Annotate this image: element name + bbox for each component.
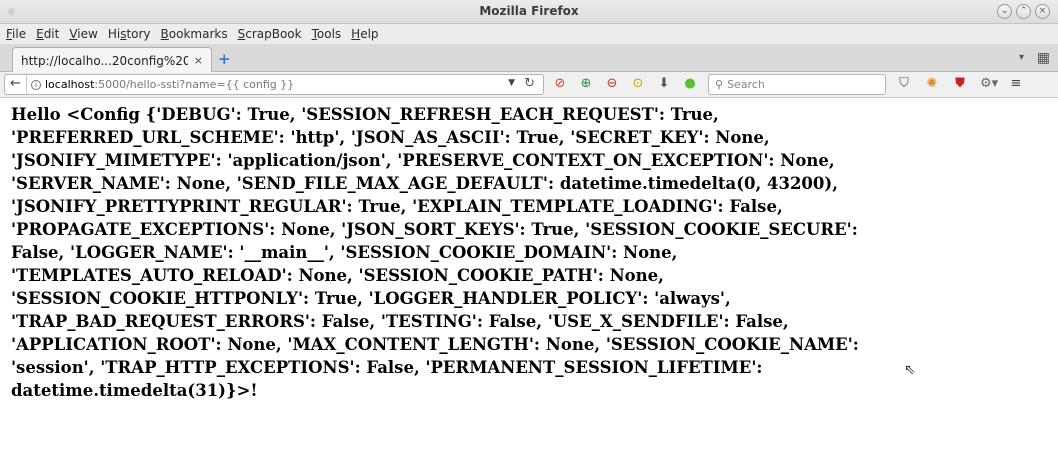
- navigation-bar: ← i localhost:5000/hello-ssti?name={{ co…: [0, 72, 1058, 98]
- page-content: Hello <Config {'DEBUG': True, 'SESSION_R…: [11, 103, 1021, 402]
- window-title: Mozilla Firefox: [479, 4, 579, 18]
- content-line: 'PROPAGATE_EXCEPTIONS': None, 'JSON_SORT…: [11, 220, 858, 239]
- content-line: 'SERVER_NAME': None, 'SEND_FILE_MAX_AGE_…: [11, 174, 838, 193]
- content-line: 'PREFERRED_URL_SCHEME': 'http', 'JSON_AS…: [11, 128, 770, 147]
- search-placeholder: Search: [727, 78, 765, 91]
- menu-edit[interactable]: Edit: [36, 27, 59, 41]
- close-tab-icon[interactable]: ×: [194, 54, 203, 67]
- content-line: 'TRAP_BAD_REQUEST_ERRORS': False, 'TESTI…: [11, 312, 789, 331]
- tab-strip: http://localho...20config%20}} × + ▾ ▦: [0, 44, 1058, 73]
- url-history-dropdown-icon[interactable]: ▼: [508, 78, 515, 88]
- ublock-icon[interactable]: ⛊: [952, 76, 968, 92]
- menu-bar: File Edit View History Bookmarks ScrapBo…: [0, 24, 1058, 44]
- close-window-button[interactable]: ×: [1035, 4, 1050, 19]
- maximize-button[interactable]: ⌃: [1016, 4, 1031, 19]
- content-line: 'JSONIFY_PRETTYPRINT_REGULAR': True, 'EX…: [11, 197, 783, 216]
- site-info-icon[interactable]: i: [31, 79, 41, 90]
- content-line: 'SESSION_COOKIE_HTTPONLY': True, 'LOGGER…: [11, 289, 731, 308]
- noscript-icon[interactable]: ⊘: [552, 76, 568, 92]
- menu-history[interactable]: History: [108, 27, 151, 41]
- menu-help[interactable]: Help: [351, 27, 378, 41]
- tab-list-chevron-icon[interactable]: ▾: [1019, 52, 1024, 63]
- content-line: 'JSONIFY_MIMETYPE': 'application/json', …: [11, 151, 835, 170]
- addon-dropdown-icon[interactable]: ⚙▾: [980, 76, 998, 92]
- zoom-reset-icon[interactable]: ⊙: [630, 76, 646, 92]
- search-icon: ⚲: [715, 78, 724, 91]
- new-tab-icon[interactable]: +: [218, 52, 231, 67]
- back-arrow-icon[interactable]: ←: [5, 75, 27, 94]
- menu-scrapbook[interactable]: ScrapBook: [238, 27, 302, 41]
- url-bar[interactable]: ← i localhost:5000/hello-ssti?name={{ co…: [4, 74, 544, 95]
- tab-title: http://localho...20config%20}}: [21, 53, 188, 68]
- toolbar-right-icons: ⛉ ✺ ⛊ ⚙▾ ≡: [896, 76, 1024, 92]
- tab-active[interactable]: http://localho...20config%20}} ×: [12, 47, 212, 73]
- search-box[interactable]: ⚲ Search: [708, 74, 886, 95]
- menu-bookmarks[interactable]: Bookmarks: [161, 27, 228, 41]
- pocket-icon[interactable]: ⛉: [896, 76, 912, 92]
- content-line: False, 'LOGGER_NAME': '__main__', 'SESSI…: [11, 243, 678, 262]
- zoom-out-icon[interactable]: ⊖: [604, 76, 620, 92]
- window-controls: ⌄ ⌃ ×: [997, 4, 1050, 19]
- toolbar-addon-icons: ⊘ ⊕ ⊖ ⊙ ⬇ ●: [552, 76, 698, 92]
- content-line: 'APPLICATION_ROOT': None, 'MAX_CONTENT_L…: [11, 335, 859, 354]
- zoom-in-icon[interactable]: ⊕: [578, 76, 594, 92]
- menu-view[interactable]: View: [69, 27, 97, 41]
- content-line: 'TEMPLATES_AUTO_RELOAD': None, 'SESSION_…: [11, 266, 664, 285]
- content-line: datetime.timedelta(31)}>!: [11, 381, 258, 400]
- tab-overview-icon[interactable]: ▦: [1037, 50, 1050, 66]
- mouse-pointer-icon: ⇖: [904, 362, 916, 378]
- reload-icon[interactable]: ↻: [524, 76, 535, 91]
- hamburger-menu-icon[interactable]: ≡: [1008, 76, 1024, 92]
- menu-file[interactable]: File: [6, 27, 26, 41]
- content-line: Hello <Config {'DEBUG': True, 'SESSION_R…: [11, 105, 719, 124]
- firebug-icon[interactable]: ✺: [924, 76, 940, 92]
- content-line: 'session', 'TRAP_HTTP_EXCEPTIONS': False…: [11, 358, 763, 377]
- url-text[interactable]: localhost:5000/hello-ssti?name={{ config…: [45, 78, 294, 91]
- minimize-button[interactable]: ⌄: [997, 4, 1012, 19]
- download-icon[interactable]: ⬇: [656, 76, 672, 92]
- status-green-icon[interactable]: ●: [682, 76, 698, 92]
- menu-tools[interactable]: Tools: [312, 27, 342, 41]
- title-bar: Mozilla Firefox ⌄ ⌃ ×: [0, 0, 1058, 24]
